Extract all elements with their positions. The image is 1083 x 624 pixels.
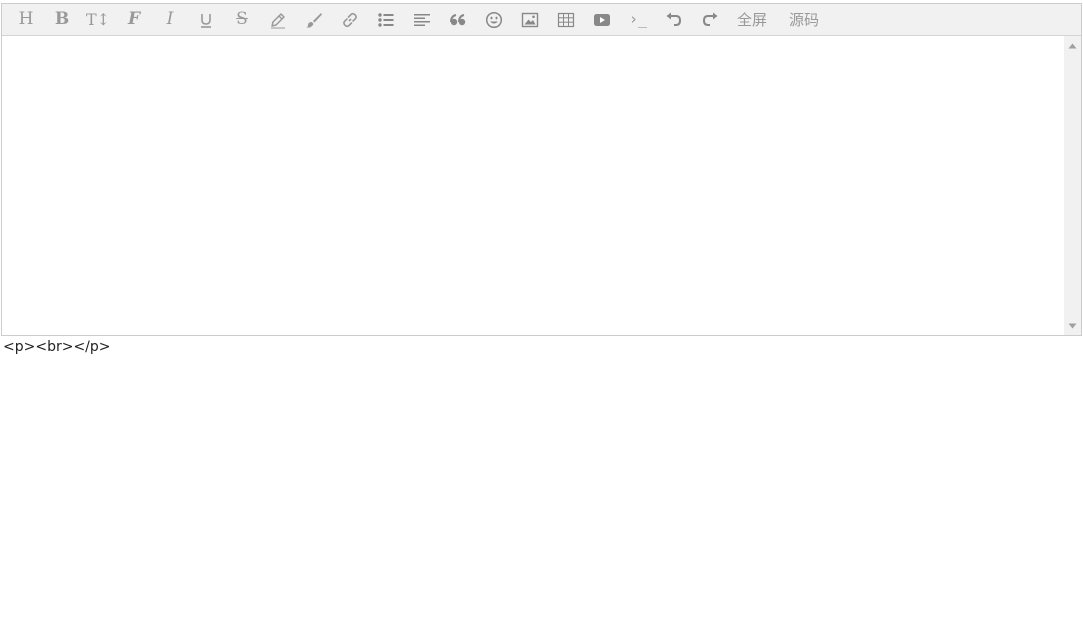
redo-icon	[702, 12, 718, 26]
table-icon	[557, 12, 575, 27]
list-button[interactable]	[372, 4, 400, 35]
editor-toolbar: H B T↕ F I S ›_ 全屏 源码	[2, 4, 1081, 36]
link-icon	[343, 12, 357, 27]
font-name-icon: F	[127, 9, 141, 29]
link-button[interactable]	[336, 4, 364, 35]
italic-icon: I	[166, 9, 174, 29]
underline-button[interactable]	[192, 4, 220, 35]
quote-button[interactable]	[444, 4, 472, 35]
undo-icon	[666, 12, 682, 26]
triangle-up-icon	[1068, 43, 1077, 48]
heading-icon: H	[18, 9, 34, 29]
bold-button[interactable]: B	[48, 4, 76, 35]
pencil-icon	[271, 12, 285, 28]
align-left-icon	[414, 13, 430, 26]
paint-brush-icon	[306, 12, 322, 28]
strikethrough-icon: S	[236, 9, 248, 29]
editor-scrollbar[interactable]	[1064, 36, 1081, 335]
list-icon	[378, 12, 394, 27]
table-button[interactable]	[552, 4, 580, 35]
undo-button[interactable]	[660, 4, 688, 35]
heading-button[interactable]: H	[12, 4, 40, 35]
bold-icon: B	[54, 9, 70, 29]
html-source-output: <p><br></p>	[3, 339, 111, 355]
image-button[interactable]	[516, 4, 544, 35]
scroll-up-arrow[interactable]	[1064, 37, 1081, 54]
scroll-down-arrow[interactable]	[1064, 317, 1081, 334]
font-name-button[interactable]: F	[120, 4, 148, 35]
code-button[interactable]: ›_	[624, 4, 652, 35]
emoticon-button[interactable]	[480, 4, 508, 35]
video-button[interactable]	[588, 4, 616, 35]
source-button[interactable]: 源码	[789, 4, 819, 35]
back-color-button[interactable]	[300, 4, 328, 35]
strikethrough-button[interactable]: S	[228, 4, 256, 35]
italic-button[interactable]: I	[156, 4, 184, 35]
justify-button[interactable]	[408, 4, 436, 35]
triangle-down-icon	[1068, 323, 1077, 328]
redo-button[interactable]	[696, 4, 724, 35]
image-icon	[521, 12, 539, 27]
video-icon	[594, 13, 610, 26]
rich-text-editor: H B T↕ F I S ›_ 全屏 源码	[1, 3, 1082, 336]
underline-icon	[201, 13, 211, 28]
fullscreen-button[interactable]: 全屏	[737, 4, 767, 35]
font-size-icon: T↕	[85, 9, 111, 29]
fore-color-button[interactable]	[264, 4, 292, 35]
font-size-button[interactable]: T↕	[84, 4, 112, 35]
code-icon: ›_	[628, 10, 648, 28]
quote-icon	[450, 13, 466, 25]
editor-content-area[interactable]	[2, 36, 1064, 335]
smiley-icon	[485, 11, 503, 28]
